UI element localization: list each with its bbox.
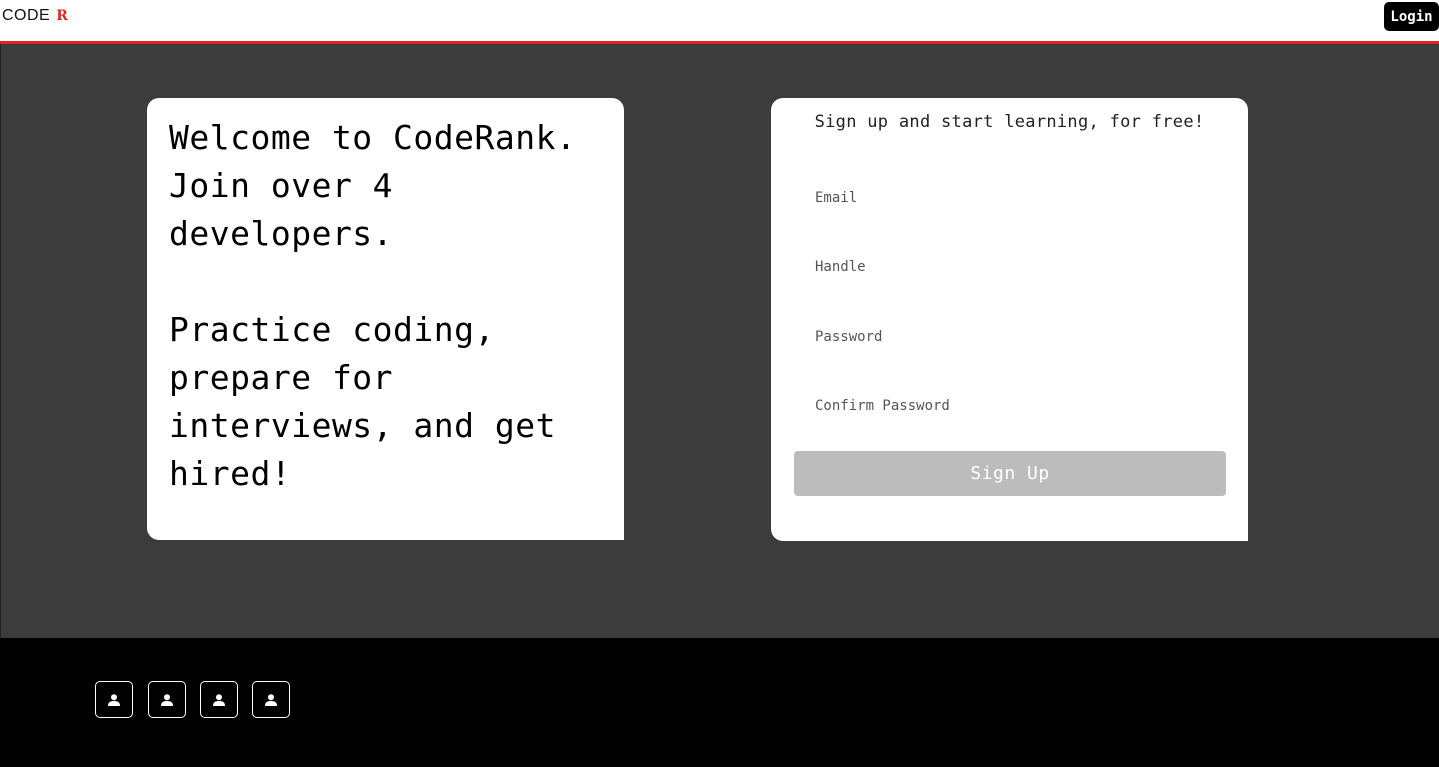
logo-mark: R — [56, 8, 69, 24]
signup-title: Sign up and start learning, for free! — [814, 112, 1205, 132]
signup-form-card: Sign up and start learning, for free! Si… — [771, 98, 1248, 541]
welcome-card: Welcome to CodeRank. Join over 4 develop… — [147, 98, 624, 540]
signup-button[interactable]: Sign Up — [794, 451, 1226, 496]
user-icon — [265, 693, 277, 706]
welcome-headline: Welcome to CodeRank. Join over 4 develop… — [169, 118, 577, 253]
confirm-password-field[interactable] — [794, 386, 1226, 426]
handle-field[interactable] — [794, 247, 1226, 287]
user-icon — [108, 693, 120, 706]
footer-link-3[interactable] — [200, 681, 238, 718]
user-icon — [161, 693, 173, 706]
welcome-tagline: Practice coding, prepare for interviews,… — [169, 310, 556, 493]
footer-link-4[interactable] — [252, 681, 290, 718]
email-field[interactable] — [794, 178, 1226, 218]
footer-link-1[interactable] — [95, 681, 133, 718]
footer-link-2[interactable] — [148, 681, 186, 718]
login-button[interactable]: Login — [1384, 2, 1439, 31]
coderank-logo[interactable]: CODE R — [2, 6, 68, 26]
password-field[interactable] — [794, 317, 1226, 357]
footer — [0, 638, 1439, 767]
top-navbar: CODE R Login — [0, 0, 1439, 44]
user-icon — [213, 693, 225, 706]
logo-text: CODE — [2, 7, 51, 24]
